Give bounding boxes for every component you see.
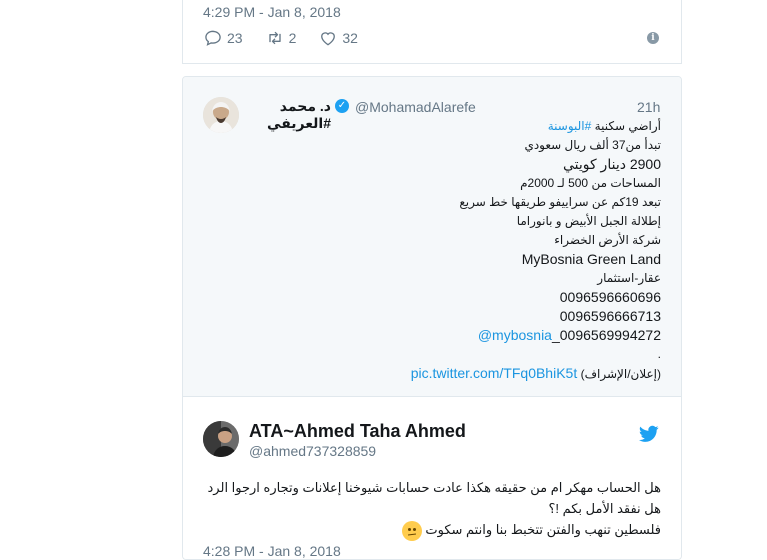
reply-line: هل الحساب مهكر ام من حقيقه هكذا عادت حسا… bbox=[207, 480, 661, 495]
mention-link[interactable]: @mybosnia bbox=[478, 327, 552, 343]
reply-tweet-text: هل الحساب مهكر ام من حقيقه هكذا عادت حسا… bbox=[191, 477, 661, 541]
reply-author-handle[interactable]: @ahmed737328859 bbox=[249, 443, 376, 459]
reply-author-name[interactable]: ATA~Ahmed Taha Ahmed bbox=[249, 421, 466, 442]
tweet-timestamp[interactable]: 4:29 PM - Jan 8, 2018 bbox=[203, 4, 341, 20]
heart-icon bbox=[321, 32, 336, 46]
quoted-line-text: _0096569994272 bbox=[551, 327, 661, 343]
quoted-line-text: (إعلان/الإشراف) bbox=[577, 367, 661, 381]
quoted-line: (إعلان/الإشراف) pic.twitter.com/TFq0BhiK… bbox=[361, 364, 661, 384]
quoted-line: تبدأ من37 ألف ريال سعودي bbox=[524, 138, 661, 152]
quoted-line: عقار-استثمار bbox=[597, 271, 661, 285]
like-count: 32 bbox=[342, 30, 358, 46]
quoted-line: أراضي سكنية #البوسنة bbox=[361, 117, 661, 136]
retweet-button[interactable]: 2 bbox=[265, 28, 297, 48]
quoted-line: تبعد 19كم عن سراييفو طريقها خط سريع bbox=[459, 195, 661, 209]
user-photo-icon bbox=[203, 97, 239, 133]
retweet-icon bbox=[268, 31, 281, 45]
like-button[interactable]: 32 bbox=[318, 28, 358, 48]
confused-face-icon bbox=[401, 520, 422, 541]
avatar[interactable] bbox=[203, 97, 239, 133]
quoted-line: 0096596666713 bbox=[559, 308, 661, 324]
quoted-line: @mybosnia_0096569994272 bbox=[361, 326, 661, 345]
quoted-line: 0096596660696 bbox=[559, 289, 661, 305]
verified-badge-icon: ✓ bbox=[335, 99, 349, 113]
quoted-tweet-age[interactable]: 21h bbox=[637, 99, 660, 115]
reply-line: هل نفقد الأمل بكم !؟ bbox=[548, 501, 661, 516]
embedded-tweet-card: د. محمد #العريفي ✓ @MohamadAlarefe 21h أ… bbox=[182, 76, 682, 560]
reply-timestamp[interactable]: 4:28 PM - Jan 8, 2018 bbox=[203, 543, 341, 559]
info-icon[interactable]: i bbox=[647, 32, 659, 44]
user-photo-icon bbox=[203, 421, 239, 457]
reply-line: فلسطين تنهب والفتن تتخبط بنا وانتم سكوت bbox=[191, 519, 661, 541]
quoted-author-name[interactable]: د. محمد #العريفي bbox=[251, 98, 331, 132]
quoted-line: إطلالة الجبل الأبيض و بانوراما bbox=[516, 214, 661, 228]
tweet-thread-page: 4:29 PM - Jan 8, 2018 23 2 32 i د. محمد … bbox=[0, 0, 767, 560]
quoted-line: . bbox=[657, 347, 661, 361]
twitter-bird-icon[interactable] bbox=[639, 425, 659, 443]
quoted-line: MyBosnia Green Land bbox=[521, 251, 661, 267]
quoted-tweet[interactable]: د. محمد #العريفي ✓ @MohamadAlarefe 21h أ… bbox=[183, 77, 681, 397]
previous-tweet-card: 4:29 PM - Jan 8, 2018 23 2 32 i bbox=[182, 0, 682, 64]
reply-line-text: فلسطين تنهب والفتن تتخبط بنا وانتم سكوت bbox=[425, 522, 661, 537]
quoted-line: المساحات من 500 لـ 2000م bbox=[520, 176, 661, 190]
retweet-count: 2 bbox=[288, 30, 297, 46]
quoted-line: شركة الأرض الخضراء bbox=[554, 233, 661, 247]
quoted-tweet-text: أراضي سكنية #البوسنة تبدأ من37 ألف ريال … bbox=[361, 117, 661, 384]
tweet-actions: 23 2 32 bbox=[203, 28, 380, 48]
hashtag-link[interactable]: #البوسنة bbox=[548, 119, 592, 133]
reply-count: 23 bbox=[227, 30, 243, 46]
avatar[interactable] bbox=[203, 421, 239, 457]
quoted-author-handle[interactable]: @MohamadAlarefe bbox=[355, 99, 476, 115]
media-link[interactable]: pic.twitter.com/TFq0BhiK5t bbox=[411, 365, 578, 381]
reply-button[interactable]: 23 bbox=[203, 28, 243, 48]
quoted-line-text: أراضي سكنية bbox=[591, 119, 661, 133]
quoted-line: 2900 دينار كويتي bbox=[562, 156, 661, 172]
reply-tweet[interactable]: ATA~Ahmed Taha Ahmed @ahmed737328859 هل … bbox=[183, 397, 681, 559]
reply-icon bbox=[205, 30, 221, 46]
